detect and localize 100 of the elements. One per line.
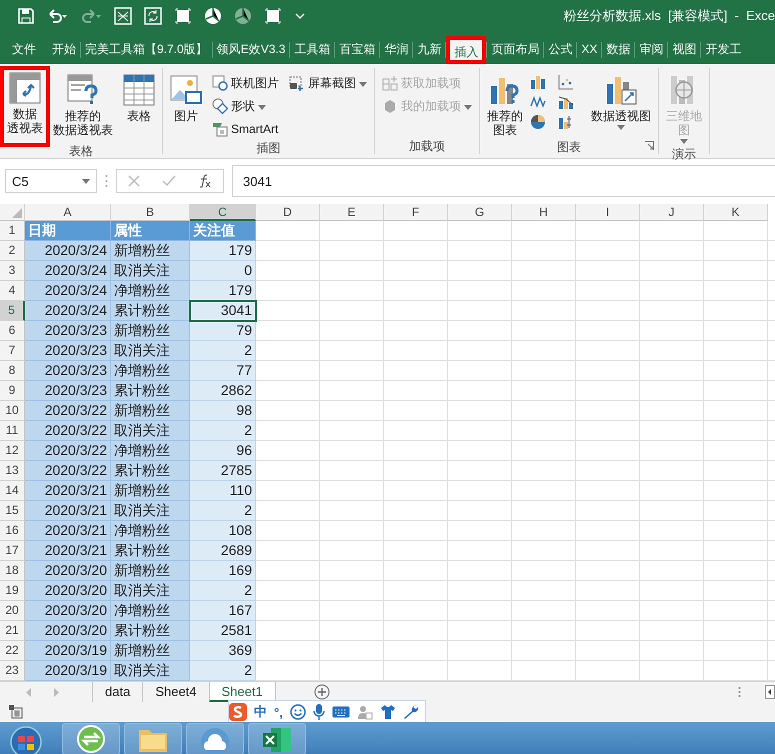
row-number[interactable]: 6 xyxy=(0,321,25,341)
pie-tool-icon[interactable] xyxy=(234,7,252,25)
ribbon-tab[interactable]: 领风E效V3.3 xyxy=(212,36,290,64)
stat-chart-icon[interactable] xyxy=(558,114,574,130)
frame-tool-icon[interactable] xyxy=(264,7,282,25)
save-icon[interactable] xyxy=(18,8,34,24)
more-icon[interactable] xyxy=(738,686,741,698)
microphone-icon[interactable] xyxy=(312,704,325,720)
table-cell: 新增粉丝 xyxy=(111,321,190,341)
column-chart-icon[interactable] xyxy=(530,74,546,90)
ribbon-tab[interactable]: 插入 xyxy=(446,36,486,64)
line-chart-icon[interactable] xyxy=(530,94,546,110)
row-number[interactable]: 2 xyxy=(0,241,25,261)
ribbon-tab[interactable]: 完美工具箱【9.7.0版】 xyxy=(81,36,212,64)
table-cell: 2 xyxy=(190,581,256,601)
row-number[interactable]: 3 xyxy=(0,261,25,281)
ribbon-tab[interactable]: 审阅 xyxy=(635,36,668,64)
ribbon-button[interactable]: 推荐的 图表 xyxy=(484,72,526,139)
ribbon-button[interactable]: 屏幕截图 xyxy=(286,72,370,94)
ribbon-tab[interactable]: 公式 xyxy=(544,36,576,64)
ribbon-button[interactable]: 联机图片 xyxy=(209,72,282,94)
customize-caret-icon[interactable] xyxy=(294,11,306,21)
combo-chart-icon[interactable] xyxy=(558,94,574,110)
window-title: 粉丝分析数据.xls [兼容模式] - Exce xyxy=(563,7,775,25)
pie-chart-icon[interactable] xyxy=(530,114,546,130)
column-header[interactable]: H xyxy=(512,204,576,221)
dialog-launcher-icon[interactable] xyxy=(645,141,654,150)
column-header[interactable]: I xyxy=(576,204,640,221)
column-header[interactable]: B xyxy=(111,204,190,221)
ribbon-button[interactable]: 表格 xyxy=(120,72,158,125)
ribbon-tab[interactable]: 百宝箱 xyxy=(335,36,380,64)
row-number[interactable]: 11 xyxy=(0,421,25,441)
ribbon-tab[interactable]: 九新 xyxy=(413,36,446,64)
column-header[interactable]: K xyxy=(704,204,768,221)
row-number[interactable]: 21 xyxy=(0,621,25,641)
formula-field[interactable]: 3041 xyxy=(232,165,775,197)
ribbon-tab[interactable]: 页面布局 xyxy=(487,36,544,64)
row-number[interactable]: 9 xyxy=(0,381,25,401)
grid-tool-icon[interactable] xyxy=(114,7,132,25)
table-cell: 2 xyxy=(190,421,256,441)
row-number[interactable]: 1 xyxy=(0,221,25,241)
ribbon-button[interactable]: 数据 透视表 xyxy=(0,66,50,147)
function-icon[interactable] xyxy=(198,174,212,188)
row-number[interactable]: 17 xyxy=(0,541,25,561)
sync-app-icon[interactable] xyxy=(62,723,120,754)
ribbon-button[interactable]: 数据透视图 xyxy=(588,72,654,132)
ribbon-tab[interactable]: 视图 xyxy=(668,36,700,64)
row-number[interactable]: 12 xyxy=(0,441,25,461)
scatter-chart-icon[interactable] xyxy=(558,74,574,90)
column-header[interactable]: J xyxy=(640,204,704,221)
name-box[interactable]: C5 xyxy=(5,169,97,193)
frame-tool-icon[interactable] xyxy=(174,7,192,25)
cloud-icon[interactable] xyxy=(186,723,244,754)
input-mode-label[interactable]: 中 xyxy=(254,703,267,721)
column-header[interactable]: D xyxy=(256,204,320,221)
ribbon-button[interactable]: 形状 xyxy=(209,95,282,117)
row-number[interactable]: 20 xyxy=(0,601,25,621)
spreadsheet-app-icon[interactable] xyxy=(248,723,306,754)
input-mode-label[interactable]: °, xyxy=(274,704,283,720)
table-cell: 取消关注 xyxy=(111,661,190,681)
pie-tool-icon[interactable] xyxy=(204,7,222,25)
column-header[interactable]: F xyxy=(384,204,448,221)
row-number[interactable]: 13 xyxy=(0,461,25,481)
ribbon-button[interactable]: SmartArt xyxy=(209,118,282,140)
row-number[interactable]: 19 xyxy=(0,581,25,601)
check-icon[interactable] xyxy=(162,175,176,187)
row-number[interactable]: 23 xyxy=(0,661,25,681)
row-number[interactable]: 10 xyxy=(0,401,25,421)
input-method-logo[interactable] xyxy=(229,703,247,721)
row-number[interactable]: 14 xyxy=(0,481,25,501)
row-number[interactable]: 5 xyxy=(0,301,25,321)
ribbon-tab[interactable]: 开发工 xyxy=(701,36,746,64)
wrench-icon[interactable] xyxy=(402,704,419,720)
row-number[interactable]: 16 xyxy=(0,521,25,541)
row-number[interactable]: 22 xyxy=(0,641,25,661)
row-number[interactable]: 15 xyxy=(0,501,25,521)
refresh-tool-icon[interactable] xyxy=(144,7,162,25)
ribbon-button[interactable]: 图片 xyxy=(167,72,205,125)
ribbon-tab[interactable]: 数据 xyxy=(602,36,634,64)
column-header[interactable]: C xyxy=(190,204,256,221)
shirt-icon[interactable] xyxy=(380,704,396,720)
row-number[interactable]: 4 xyxy=(0,281,25,301)
column-header[interactable]: E xyxy=(320,204,384,221)
emoji-icon[interactable] xyxy=(290,704,306,720)
row-number[interactable]: 7 xyxy=(0,341,25,361)
ribbon-tab[interactable]: 工具箱 xyxy=(290,36,334,64)
row-number[interactable]: 8 xyxy=(0,361,25,381)
macro-record-icon[interactable] xyxy=(9,705,23,719)
add-sheet-icon[interactable] xyxy=(314,684,330,700)
ribbon-button[interactable]: 推荐的 数据透视表 xyxy=(50,72,116,139)
column-header[interactable]: G xyxy=(448,204,512,221)
ribbon-tab[interactable]: 华润 xyxy=(380,36,412,64)
row-number[interactable]: 18 xyxy=(0,561,25,581)
scroll-left-icon[interactable] xyxy=(765,685,775,699)
ribbon-tab[interactable]: 文件 xyxy=(8,36,48,64)
keyboard-icon[interactable] xyxy=(332,706,350,718)
ribbon-tab[interactable]: XX xyxy=(577,36,602,64)
ribbon-tab[interactable]: 开始 xyxy=(48,36,80,64)
sheet-tab[interactable]: Sheet1 xyxy=(208,682,276,702)
column-header[interactable]: A xyxy=(25,204,111,221)
